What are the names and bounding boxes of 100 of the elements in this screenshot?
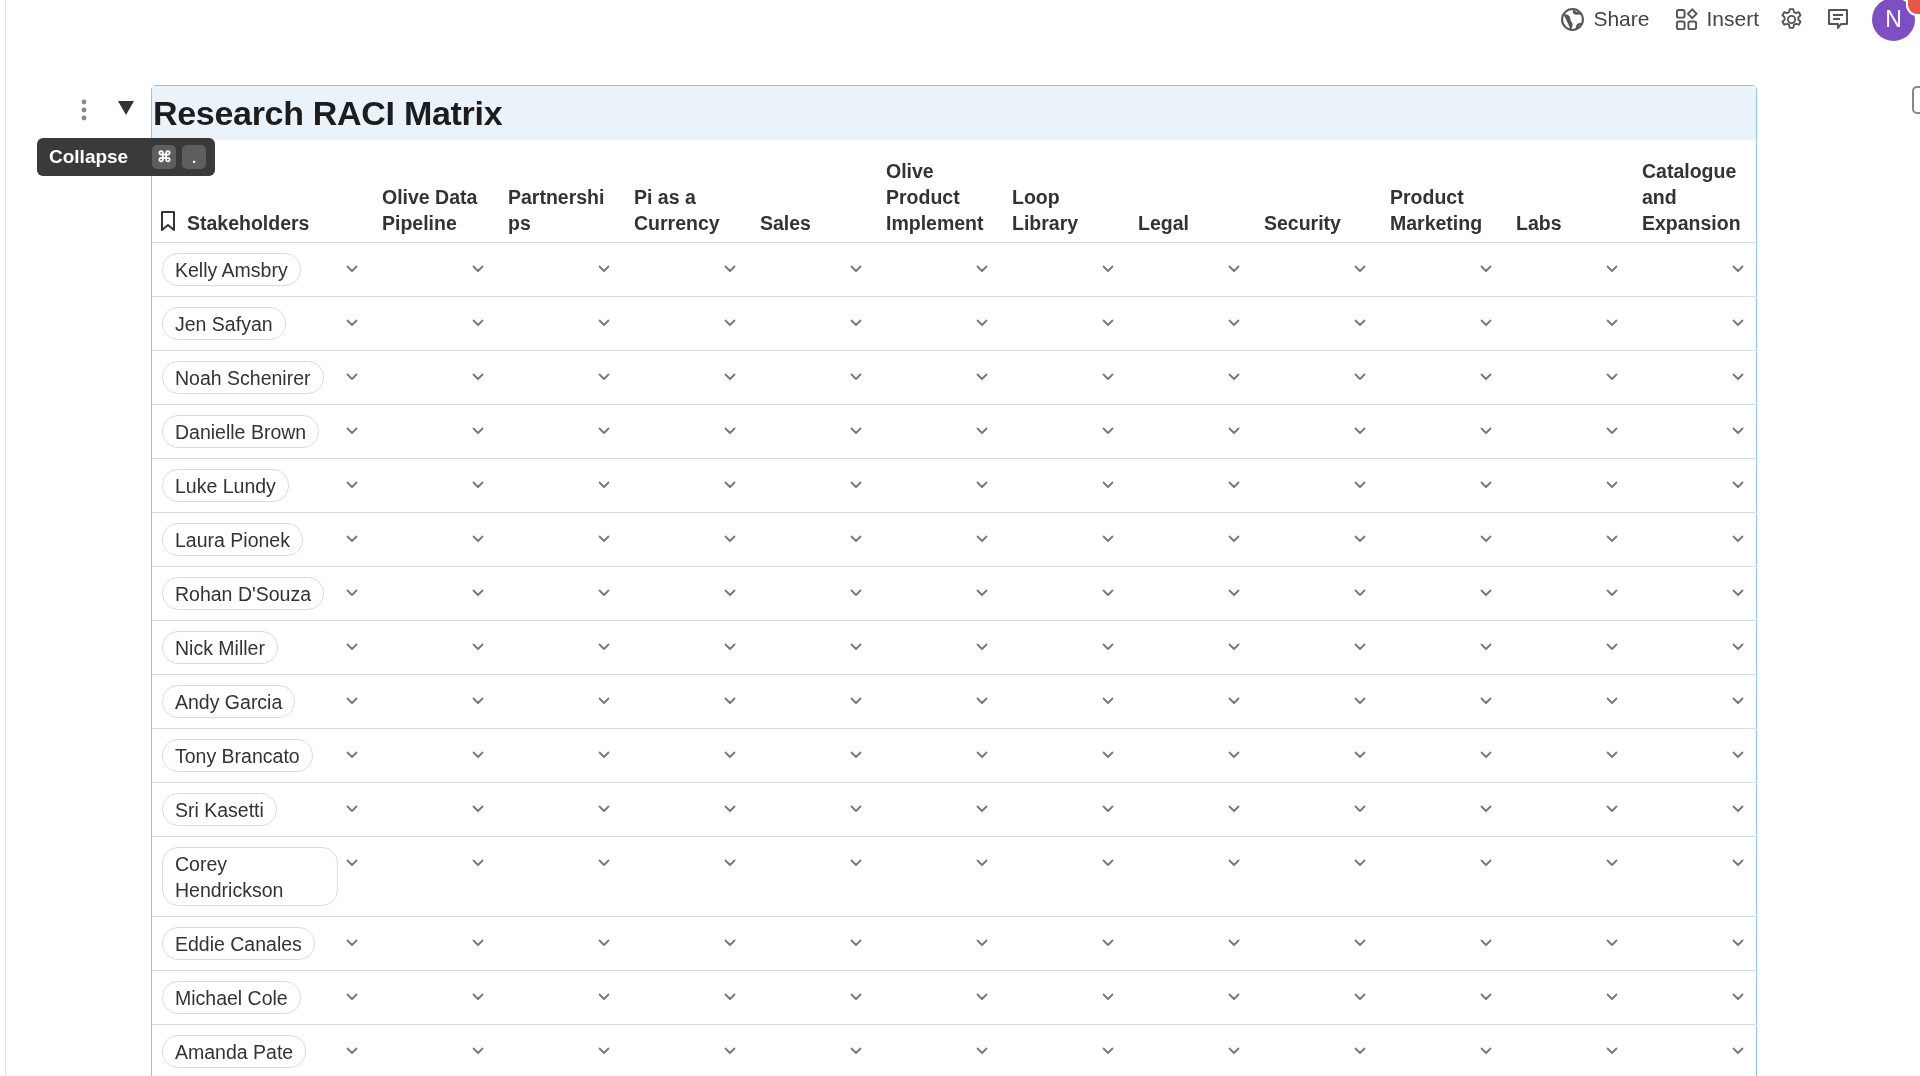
dropdown-chevron-icon[interactable] [1480,939,1492,947]
dropdown-chevron-icon[interactable] [1102,805,1114,813]
dropdown-chevron-icon[interactable] [1228,751,1240,759]
dropdown-chevron-icon[interactable] [472,643,484,651]
dropdown-chevron-icon[interactable] [346,805,358,813]
dropdown-chevron-icon[interactable] [1228,805,1240,813]
dropdown-chevron-icon[interactable] [724,697,736,705]
dropdown-chevron-icon[interactable] [1480,751,1492,759]
dropdown-chevron-icon[interactable] [724,535,736,543]
dropdown-chevron-icon[interactable] [1480,427,1492,435]
dropdown-chevron-icon[interactable] [1354,265,1366,273]
dropdown-chevron-icon[interactable] [850,319,862,327]
dropdown-chevron-icon[interactable] [1606,993,1618,1001]
dropdown-chevron-icon[interactable] [598,805,610,813]
dropdown-chevron-icon[interactable] [1228,265,1240,273]
dropdown-chevron-icon[interactable] [472,427,484,435]
dropdown-chevron-icon[interactable] [346,939,358,947]
dropdown-chevron-icon[interactable] [1102,751,1114,759]
dropdown-chevron-icon[interactable] [1480,319,1492,327]
dropdown-chevron-icon[interactable] [598,427,610,435]
dropdown-chevron-icon[interactable] [1228,697,1240,705]
dropdown-chevron-icon[interactable] [976,319,988,327]
dropdown-chevron-icon[interactable] [1606,939,1618,947]
dropdown-chevron-icon[interactable] [472,805,484,813]
dropdown-chevron-icon[interactable] [1354,373,1366,381]
dropdown-chevron-icon[interactable] [1354,805,1366,813]
dropdown-chevron-icon[interactable] [598,751,610,759]
dropdown-chevron-icon[interactable] [1732,589,1744,597]
dropdown-chevron-icon[interactable] [724,427,736,435]
dropdown-chevron-icon[interactable] [724,859,736,867]
dropdown-chevron-icon[interactable] [976,643,988,651]
dropdown-chevron-icon[interactable] [1354,859,1366,867]
dropdown-chevron-icon[interactable] [1354,427,1366,435]
dropdown-chevron-icon[interactable] [346,697,358,705]
dropdown-chevron-icon[interactable] [1102,265,1114,273]
dropdown-chevron-icon[interactable] [1480,993,1492,1001]
dropdown-chevron-icon[interactable] [346,993,358,1001]
dropdown-chevron-icon[interactable] [850,993,862,1001]
dropdown-chevron-icon[interactable] [1228,481,1240,489]
dropdown-chevron-icon[interactable] [346,535,358,543]
dropdown-chevron-icon[interactable] [724,1047,736,1055]
dropdown-chevron-icon[interactable] [850,265,862,273]
dropdown-chevron-icon[interactable] [1480,859,1492,867]
dropdown-chevron-icon[interactable] [346,859,358,867]
dropdown-chevron-icon[interactable] [1102,697,1114,705]
dropdown-chevron-icon[interactable] [976,265,988,273]
dropdown-chevron-icon[interactable] [976,427,988,435]
dropdown-chevron-icon[interactable] [976,589,988,597]
dropdown-chevron-icon[interactable] [850,427,862,435]
dropdown-chevron-icon[interactable] [1732,1047,1744,1055]
dropdown-chevron-icon[interactable] [724,373,736,381]
dropdown-chevron-icon[interactable] [1606,751,1618,759]
dropdown-chevron-icon[interactable] [1606,265,1618,273]
dropdown-chevron-icon[interactable] [346,589,358,597]
dropdown-chevron-icon[interactable] [346,643,358,651]
dropdown-chevron-icon[interactable] [1228,373,1240,381]
dropdown-chevron-icon[interactable] [850,589,862,597]
dropdown-chevron-icon[interactable] [1732,481,1744,489]
dropdown-chevron-icon[interactable] [346,265,358,273]
dropdown-chevron-icon[interactable] [1732,427,1744,435]
dropdown-chevron-icon[interactable] [850,643,862,651]
dropdown-chevron-icon[interactable] [1606,589,1618,597]
dropdown-chevron-icon[interactable] [976,859,988,867]
comment-icon[interactable] [1826,7,1850,31]
dropdown-chevron-icon[interactable] [850,535,862,543]
dropdown-chevron-icon[interactable] [1480,535,1492,543]
dropdown-chevron-icon[interactable] [1228,427,1240,435]
dropdown-chevron-icon[interactable] [1732,265,1744,273]
dropdown-chevron-icon[interactable] [598,993,610,1001]
dropdown-chevron-icon[interactable] [1606,1047,1618,1055]
name-chip[interactable]: Eddie Canales [162,927,315,960]
dropdown-chevron-icon[interactable] [850,751,862,759]
settings-icon[interactable] [1779,6,1804,32]
dropdown-chevron-icon[interactable] [598,373,610,381]
dropdown-chevron-icon[interactable] [1228,939,1240,947]
dropdown-chevron-icon[interactable] [1228,859,1240,867]
name-chip[interactable]: Danielle Brown [162,415,320,448]
dropdown-chevron-icon[interactable] [598,1047,610,1055]
dropdown-chevron-icon[interactable] [976,805,988,813]
collapse-triangle-icon[interactable] [117,99,135,117]
dropdown-chevron-icon[interactable] [1732,805,1744,813]
dropdown-chevron-icon[interactable] [1480,265,1492,273]
dropdown-chevron-icon[interactable] [472,859,484,867]
dropdown-chevron-icon[interactable] [1732,939,1744,947]
dropdown-chevron-icon[interactable] [1228,1047,1240,1055]
dropdown-chevron-icon[interactable] [1732,373,1744,381]
dropdown-chevron-icon[interactable] [1606,481,1618,489]
dropdown-chevron-icon[interactable] [1606,697,1618,705]
dropdown-chevron-icon[interactable] [1228,535,1240,543]
dropdown-chevron-icon[interactable] [976,697,988,705]
dropdown-chevron-icon[interactable] [724,993,736,1001]
dropdown-chevron-icon[interactable] [724,751,736,759]
dropdown-chevron-icon[interactable] [1480,643,1492,651]
dropdown-chevron-icon[interactable] [1732,535,1744,543]
dropdown-chevron-icon[interactable] [1354,643,1366,651]
dropdown-chevron-icon[interactable] [976,751,988,759]
name-chip[interactable]: Amanda Pate [162,1035,307,1068]
dropdown-chevron-icon[interactable] [598,939,610,947]
dropdown-chevron-icon[interactable] [598,859,610,867]
dropdown-chevron-icon[interactable] [850,805,862,813]
